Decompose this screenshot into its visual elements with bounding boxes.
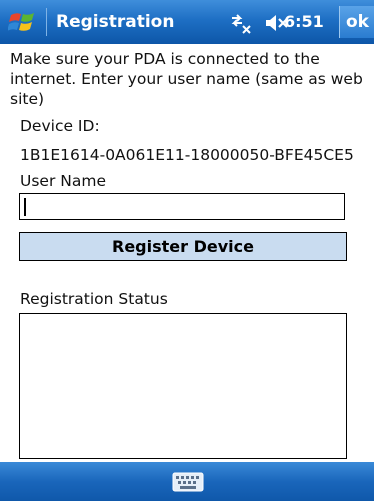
device-id-label: Device ID: (20, 117, 100, 135)
clock[interactable]: 6:51 (284, 10, 324, 34)
windows-start-icon[interactable] (8, 7, 38, 37)
device-id-value: 1B1E1614-0A061E11-18000050-BFE45CE5 (20, 146, 354, 164)
ok-button[interactable]: ok (339, 6, 374, 38)
connectivity-icon[interactable] (228, 12, 254, 34)
instructions-text: Make sure your PDA is connected to the i… (10, 50, 363, 108)
soft-key-bar (0, 462, 374, 501)
title-divider (46, 8, 47, 36)
user-name-label: User Name (20, 172, 106, 190)
window-title: Registration (56, 12, 175, 32)
text-caret (24, 198, 26, 216)
register-device-button[interactable]: Register Device (19, 232, 347, 261)
keyboard-icon[interactable] (172, 472, 204, 492)
user-name-input[interactable] (19, 193, 345, 220)
registration-status-label: Registration Status (20, 290, 168, 308)
registration-screen: Registration 6:51 ok Make sure your PDA … (0, 0, 374, 501)
registration-status-box[interactable] (19, 313, 347, 459)
title-bar: Registration 6:51 ok (0, 0, 374, 44)
